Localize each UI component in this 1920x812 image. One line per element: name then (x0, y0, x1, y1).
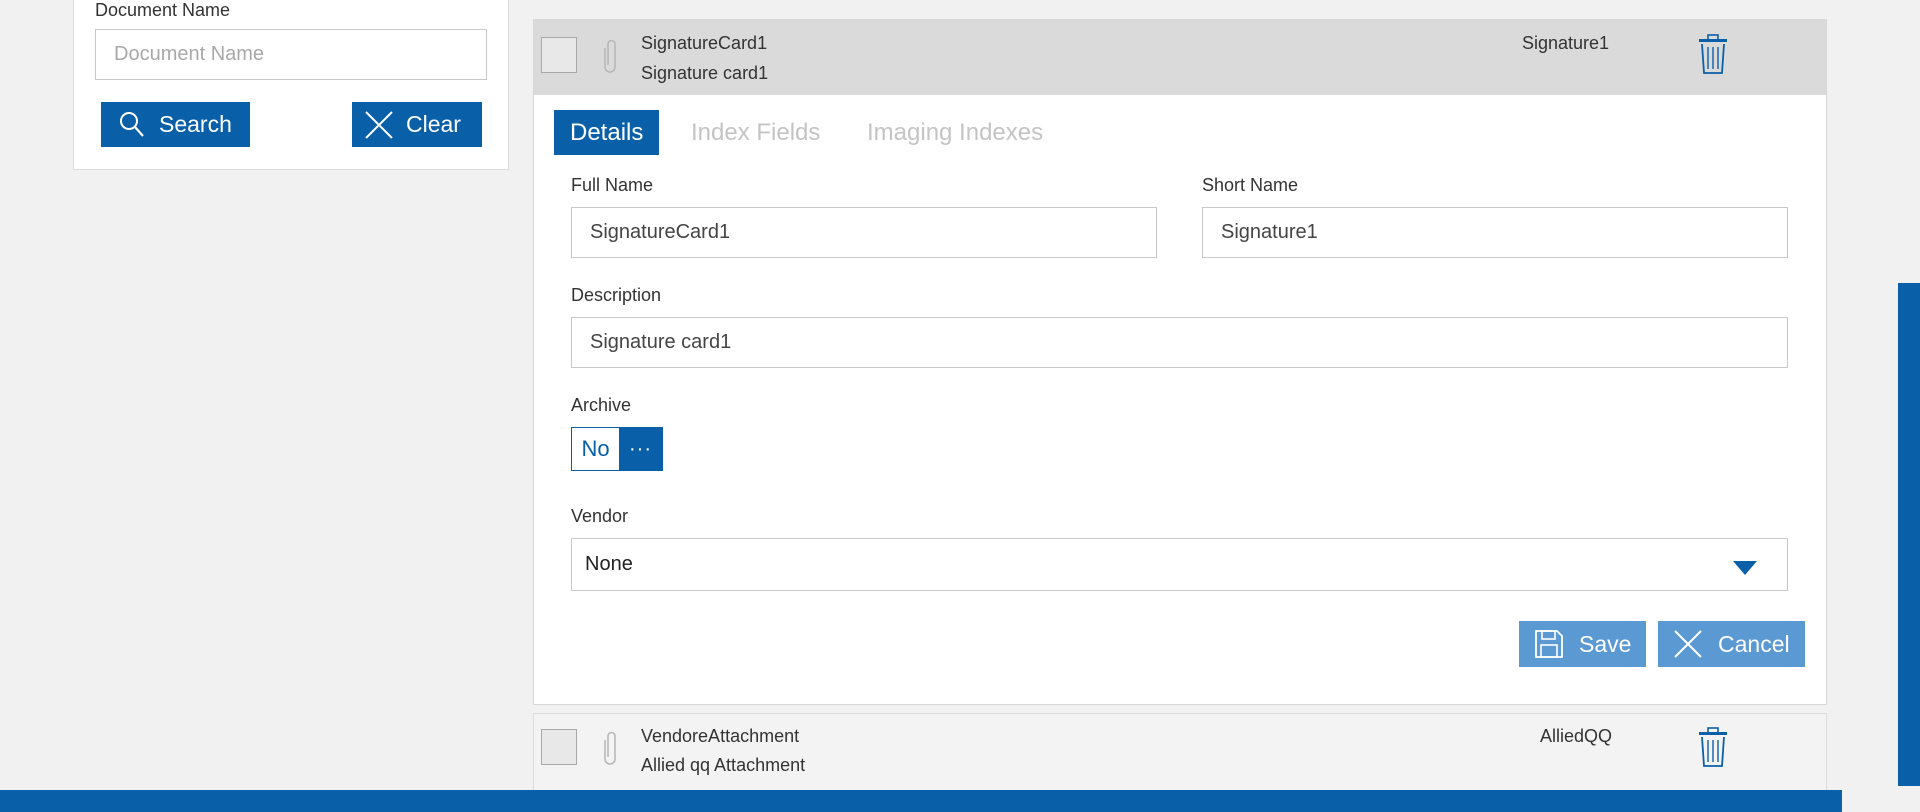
document-short-name: Signature1 (1522, 33, 1610, 53)
short-name-input[interactable] (1202, 207, 1788, 258)
cancel-button[interactable]: Cancel (1658, 621, 1805, 667)
scrollbar-thumb[interactable] (1898, 283, 1920, 786)
footer-bar (0, 790, 1842, 812)
document-row-header[interactable]: SignatureCard1 Signature card1 Signature… (534, 20, 1826, 95)
save-button[interactable]: Save (1519, 621, 1646, 667)
document-name: VendoreAttachment (641, 726, 800, 746)
full-name-input[interactable] (571, 207, 1157, 258)
save-icon (1535, 630, 1563, 658)
document-row[interactable]: VendoreAttachment Allied qq Attachment A… (533, 713, 1827, 793)
search-button-label: Search (159, 111, 232, 137)
search-icon (120, 111, 144, 137)
vendor-select[interactable]: None (571, 538, 1788, 591)
document-name-input[interactable] (95, 29, 487, 80)
tab-details[interactable]: Details (554, 110, 660, 155)
document-name-label: Document Name (95, 0, 231, 20)
vendor-selected-value: None (585, 553, 633, 575)
row-checkbox[interactable] (541, 37, 577, 73)
search-button[interactable]: Search (101, 102, 250, 147)
close-icon (365, 110, 393, 139)
trash-icon[interactable] (1697, 34, 1729, 74)
archive-label: Archive (571, 395, 632, 415)
archive-options-button[interactable]: ··· (619, 428, 662, 470)
full-name-label: Full Name (571, 175, 654, 195)
description-label: Description (571, 285, 662, 305)
description-input[interactable] (571, 317, 1788, 368)
archive-value: No (572, 428, 619, 470)
clear-button-label: Clear (406, 111, 461, 137)
document-description: Allied qq Attachment (641, 755, 806, 775)
clear-button[interactable]: Clear (352, 102, 482, 147)
vendor-label: Vendor (571, 506, 629, 526)
tab-index-fields[interactable]: Index Fields (675, 110, 836, 155)
paperclip-icon (604, 731, 616, 765)
save-button-label: Save (1579, 630, 1632, 657)
trash-icon[interactable] (1697, 727, 1729, 767)
document-description: Signature card1 (641, 63, 769, 83)
tab-imaging-indexes[interactable]: Imaging Indexes (851, 110, 1059, 155)
short-name-label: Short Name (1202, 175, 1299, 195)
chevron-down-icon (1733, 561, 1757, 575)
cancel-button-label: Cancel (1718, 630, 1790, 657)
paperclip-icon (604, 39, 616, 73)
search-panel: Document Name Search Clear (73, 0, 509, 170)
document-short-name: AlliedQQ (1540, 726, 1613, 746)
close-icon (1674, 630, 1702, 658)
document-name: SignatureCard1 (641, 33, 768, 53)
archive-selector[interactable]: No ··· (571, 427, 663, 471)
row-checkbox[interactable] (541, 729, 577, 765)
